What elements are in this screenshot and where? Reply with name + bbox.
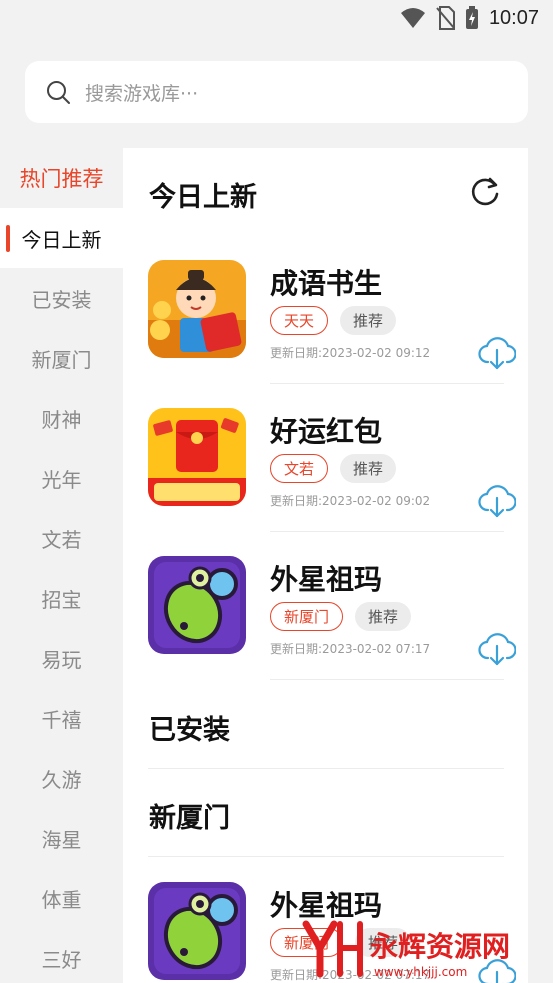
- cloud-download-icon[interactable]: [478, 336, 516, 370]
- alien-zuma-icon: [148, 882, 246, 980]
- status-time: 10:07: [488, 6, 539, 29]
- section-title-today-new: 今日上新: [149, 182, 257, 213]
- refresh-icon[interactable]: [468, 175, 502, 209]
- watermark-brand: 永辉资源网: [370, 930, 510, 963]
- recommend-tag[interactable]: 推荐: [340, 454, 397, 483]
- watermark-logo: 永辉资源网 www.yhkjjj.com: [300, 918, 553, 983]
- sidebar-item-installed[interactable]: 已安装: [0, 268, 123, 328]
- status-bar: 10:07: [0, 0, 553, 38]
- game-name: 外星祖玛: [270, 563, 383, 596]
- divider: [270, 679, 504, 680]
- no-sim-icon: [436, 6, 455, 30]
- sidebar-item-sanhao[interactable]: 三好: [0, 928, 123, 983]
- game-item[interactable]: 外星祖玛 新厦门 推荐 更新日期:2023-02-02 07:17: [123, 556, 528, 704]
- sidebar-item-caishen[interactable]: 财神: [0, 388, 123, 448]
- divider: [270, 383, 504, 384]
- game-list-panel: 今日上新 成语书生 天天 推荐 更新日期:2023-02-02 09:12 好运…: [123, 148, 528, 983]
- section-title-installed: 已安装: [149, 715, 230, 746]
- sidebar-item-wenruo[interactable]: 文若: [0, 508, 123, 568]
- cloud-download-icon[interactable]: [478, 484, 516, 518]
- sidebar-item-guangnian[interactable]: 光年: [0, 448, 123, 508]
- source-tag[interactable]: 天天: [270, 306, 329, 335]
- game-tags: 天天 推荐: [270, 306, 397, 335]
- section-divider: [148, 856, 504, 857]
- source-tag[interactable]: 文若: [270, 454, 329, 483]
- sidebar-item-tizhong[interactable]: 体重: [0, 868, 123, 928]
- idiom-scholar-icon: [148, 260, 246, 358]
- search-placeholder: 搜索游戏库···: [85, 82, 199, 105]
- game-name: 成语书生: [270, 267, 383, 300]
- game-name: 好运红包: [270, 415, 383, 448]
- search-icon: [47, 81, 70, 104]
- game-tags: 新厦门 推荐: [270, 602, 412, 631]
- cloud-download-icon[interactable]: [478, 632, 516, 666]
- category-sidebar: 热门推荐 今日上新 已安装 新厦门 财神 光年 文若 招宝 易玩 千禧 久游 海…: [0, 148, 123, 983]
- divider: [270, 531, 504, 532]
- battery-charging-icon: [465, 6, 478, 29]
- sidebar-item-zhaobao[interactable]: 招宝: [0, 568, 123, 628]
- sidebar-item-hot[interactable]: 热门推荐: [0, 148, 123, 208]
- sidebar-item-xinxiamen[interactable]: 新厦门: [0, 328, 123, 388]
- search-input[interactable]: 搜索游戏库···: [25, 61, 528, 123]
- recommend-tag[interactable]: 推荐: [340, 306, 397, 335]
- sidebar-item-yiwan[interactable]: 易玩: [0, 628, 123, 688]
- update-date: 更新日期:2023-02-02 07:17: [270, 642, 431, 656]
- recommend-tag[interactable]: 推荐: [355, 602, 412, 631]
- section-divider: [148, 768, 504, 769]
- update-date: 更新日期:2023-02-02 09:02: [270, 494, 431, 508]
- wifi-icon: [400, 8, 425, 28]
- sidebar-item-today-new[interactable]: 今日上新: [0, 208, 123, 268]
- section-title-xinxiamen: 新厦门: [149, 803, 230, 834]
- source-tag[interactable]: 新厦门: [270, 602, 344, 631]
- sidebar-item-qianxi[interactable]: 千禧: [0, 688, 123, 748]
- watermark-url: www.yhkjjj.com: [374, 965, 467, 979]
- update-date: 更新日期:2023-02-02 09:12: [270, 346, 431, 360]
- game-tags: 文若 推荐: [270, 454, 397, 483]
- red-envelope-icon: [148, 408, 246, 506]
- game-item[interactable]: 成语书生 天天 推荐 更新日期:2023-02-02 09:12: [123, 260, 528, 408]
- alien-zuma-icon: [148, 556, 246, 654]
- sidebar-item-jiuyou[interactable]: 久游: [0, 748, 123, 808]
- sidebar-item-haixing[interactable]: 海星: [0, 808, 123, 868]
- game-item[interactable]: 好运红包 文若 推荐 更新日期:2023-02-02 09:02: [123, 408, 528, 556]
